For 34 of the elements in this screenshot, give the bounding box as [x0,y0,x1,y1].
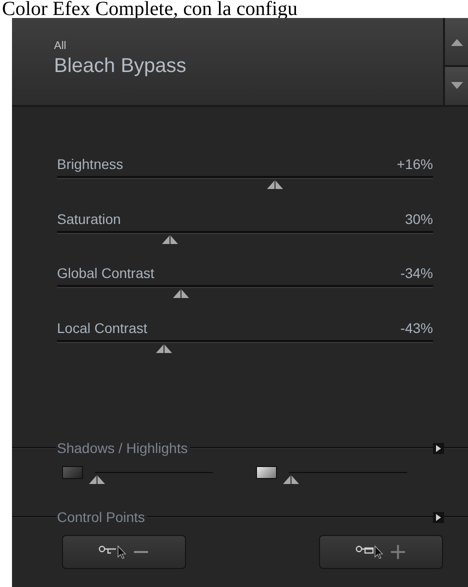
slider-label: Brightness [57,156,124,173]
slider-thumb[interactable] [267,180,284,189]
play-arrow-icon [436,514,441,520]
highlights-swatch [256,466,277,479]
slider-value: -34% [400,265,433,282]
slider-value: -43% [400,320,433,336]
key-plus-icon [355,544,407,560]
scroll-down-button[interactable] [443,67,468,107]
remove-point-button[interactable] [62,535,186,569]
caption-text: Color Efex Complete, con la configu [1,0,298,18]
slider-label: Local Contrast [57,320,148,336]
slider-thumb[interactable] [156,344,172,352]
play-arrow-icon [436,444,441,452]
add-point-button[interactable] [319,535,443,569]
section-title: Shadows / Highlights [56,440,189,456]
slider-label: Saturation [57,210,121,228]
slider-value: +16% [396,156,433,173]
expand-button[interactable] [433,512,444,522]
section-title: Control Points [56,509,146,525]
key-minus-icon [98,544,150,560]
slider-thumb[interactable] [173,289,190,298]
preset-header[interactable]: All Bleach Bypass [12,18,443,107]
slider-thumb[interactable] [89,475,105,484]
expand-button[interactable] [433,442,444,454]
slider-value: 30% [404,210,433,228]
shadows-swatch [62,466,83,479]
up-arrow-icon [450,38,462,46]
down-arrow-icon [450,82,462,90]
slider-label: Global Contrast [57,265,154,282]
scroll-up-button[interactable] [443,18,468,67]
preset-category: All [54,40,68,53]
slider-thumb[interactable] [283,475,299,484]
slider-thumb[interactable] [162,234,178,244]
preset-name: Bleach Bypass [54,54,188,79]
